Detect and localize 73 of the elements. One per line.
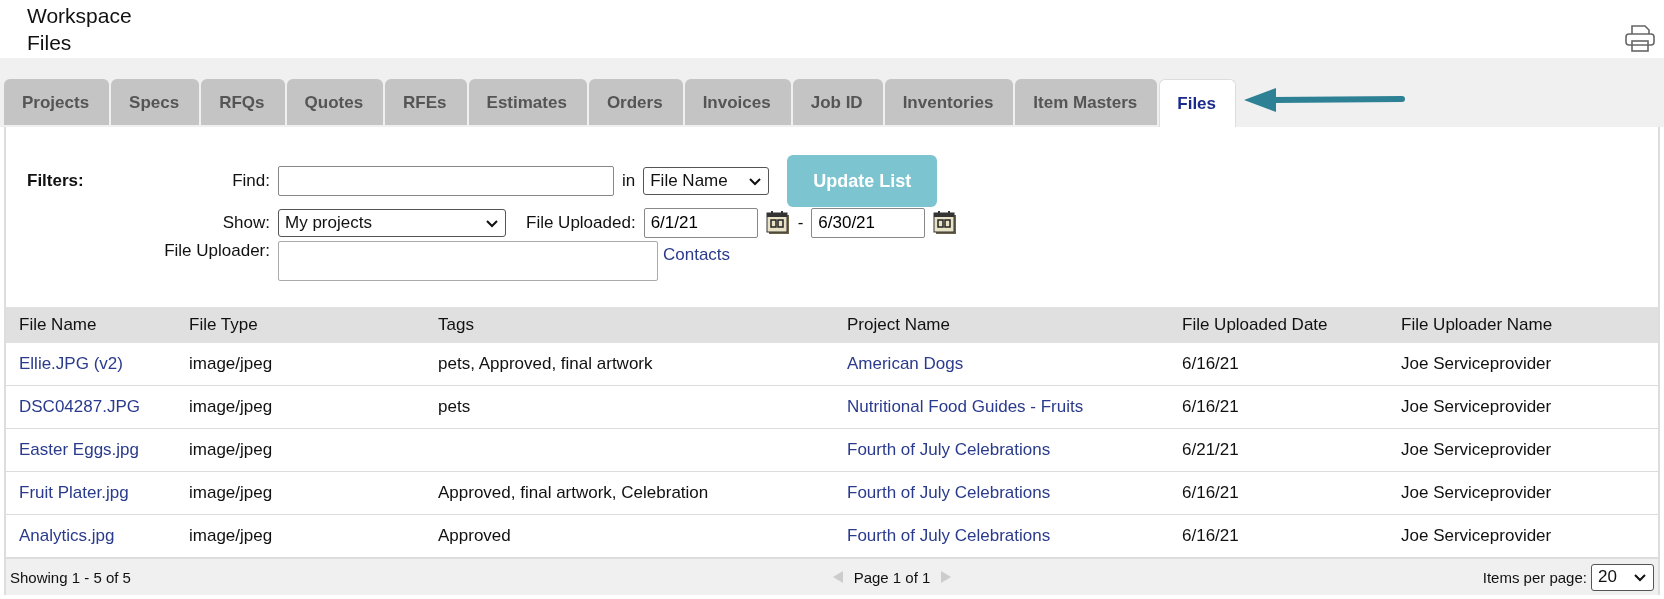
date-separator: - bbox=[797, 213, 804, 233]
table-cell: 6/16/21 bbox=[1182, 526, 1239, 545]
table-link[interactable]: Fourth of July Celebrations bbox=[847, 483, 1051, 502]
tab[interactable]: RFEs bbox=[385, 79, 467, 125]
dropdown[interactable]: File Name bbox=[643, 167, 770, 195]
contacts-link[interactable]: Contacts bbox=[663, 245, 731, 265]
tab[interactable]: Projects bbox=[4, 79, 110, 125]
table-cell: 6/21/21 bbox=[1182, 440, 1239, 459]
date-field[interactable]: 6/1/21 bbox=[643, 208, 758, 238]
table-link[interactable]: Fourth of July Celebrations bbox=[847, 440, 1051, 459]
table-cell: Joe Serviceprovider bbox=[1401, 354, 1552, 373]
table-cell: 6/16/21 bbox=[1182, 483, 1239, 502]
section-title: Workspace bbox=[27, 3, 132, 29]
find-field[interactable] bbox=[278, 166, 614, 196]
tab[interactable]: Files bbox=[1159, 79, 1237, 127]
table-link[interactable]: Nutritional Food Guides - Fruits bbox=[847, 397, 1084, 416]
table-link[interactable]: Ellie.JPG (v2) bbox=[19, 354, 123, 373]
column-header[interactable]: Project Name bbox=[834, 307, 1169, 343]
column-header[interactable]: File Name bbox=[6, 307, 176, 343]
tab[interactable]: Specs bbox=[111, 79, 200, 125]
items-per-page-label: Items per page: bbox=[1482, 568, 1587, 586]
table-cell: Approved, final artwork, Celebration bbox=[438, 483, 709, 502]
field-label: Find: bbox=[232, 171, 270, 191]
table-cell: pets bbox=[438, 397, 471, 416]
column-header[interactable]: File Type bbox=[176, 307, 425, 343]
caret-icon bbox=[1633, 571, 1647, 583]
table-cell: 6/16/21 bbox=[1182, 354, 1239, 373]
table-link[interactable]: American Dogs bbox=[847, 354, 964, 373]
field-label: Show: bbox=[222, 213, 270, 233]
tab[interactable]: Invoices bbox=[684, 79, 791, 125]
table-cell: image/jpeg bbox=[189, 397, 273, 416]
tab[interactable]: Job ID bbox=[792, 79, 883, 125]
table-cell: Joe Serviceprovider bbox=[1401, 526, 1552, 545]
filters-heading: Filters: bbox=[27, 171, 84, 191]
tab[interactable]: Item Masters bbox=[1015, 79, 1158, 125]
table-link[interactable]: Easter Eggs.jpg bbox=[19, 440, 139, 459]
calendar-icon[interactable] bbox=[765, 211, 790, 235]
table-cell: image/jpeg bbox=[189, 526, 273, 545]
table-cell: Joe Serviceprovider bbox=[1401, 483, 1552, 502]
column-header[interactable]: Tags bbox=[425, 307, 834, 343]
printer-icon[interactable] bbox=[1624, 24, 1656, 53]
caret-icon bbox=[485, 217, 499, 229]
uploader-field[interactable] bbox=[278, 241, 658, 281]
column-header[interactable]: File Uploaded Date bbox=[1169, 307, 1388, 343]
page-title: Files bbox=[27, 30, 73, 56]
tab[interactable]: Quotes bbox=[286, 79, 384, 125]
column-header[interactable]: File Uploader Name bbox=[1388, 307, 1658, 343]
field-label: File Uploaded: bbox=[526, 213, 636, 233]
table-cell: image/jpeg bbox=[189, 354, 273, 373]
result-count: Showing 1 - 5 of 5 bbox=[10, 568, 132, 586]
table-cell: pets, Approved, final artwork bbox=[438, 354, 653, 373]
table-link[interactable]: Analytics.jpg bbox=[19, 526, 115, 545]
calendar-icon[interactable] bbox=[933, 211, 958, 235]
table-cell: Joe Serviceprovider bbox=[1401, 440, 1552, 459]
tab[interactable]: Inventories bbox=[884, 79, 1014, 125]
caret-icon bbox=[748, 175, 763, 187]
table-cell: Approved bbox=[438, 526, 511, 545]
dropdown[interactable]: My projects bbox=[278, 209, 506, 237]
table-cell: image/jpeg bbox=[189, 440, 273, 459]
table-cell: image/jpeg bbox=[189, 483, 273, 502]
date-field[interactable]: 6/30/21 bbox=[811, 208, 926, 238]
table-link[interactable]: Fourth of July Celebrations bbox=[847, 526, 1051, 545]
table-link[interactable]: DSC04287.JPG bbox=[19, 397, 140, 416]
tab[interactable]: RFQs bbox=[201, 79, 285, 125]
table-cell: 6/16/21 bbox=[1182, 397, 1239, 416]
table-cell: Joe Serviceprovider bbox=[1401, 397, 1552, 416]
dropdown[interactable]: 20 bbox=[1591, 563, 1654, 591]
tab[interactable]: Orders bbox=[588, 79, 683, 125]
field-label: in bbox=[622, 171, 636, 191]
table-link[interactable]: Fruit Plater.jpg bbox=[19, 483, 129, 502]
page-indicator: Page 1 of 1 bbox=[853, 568, 931, 586]
field-label: File Uploader: bbox=[164, 241, 270, 261]
tab[interactable]: Estimates bbox=[468, 79, 587, 125]
